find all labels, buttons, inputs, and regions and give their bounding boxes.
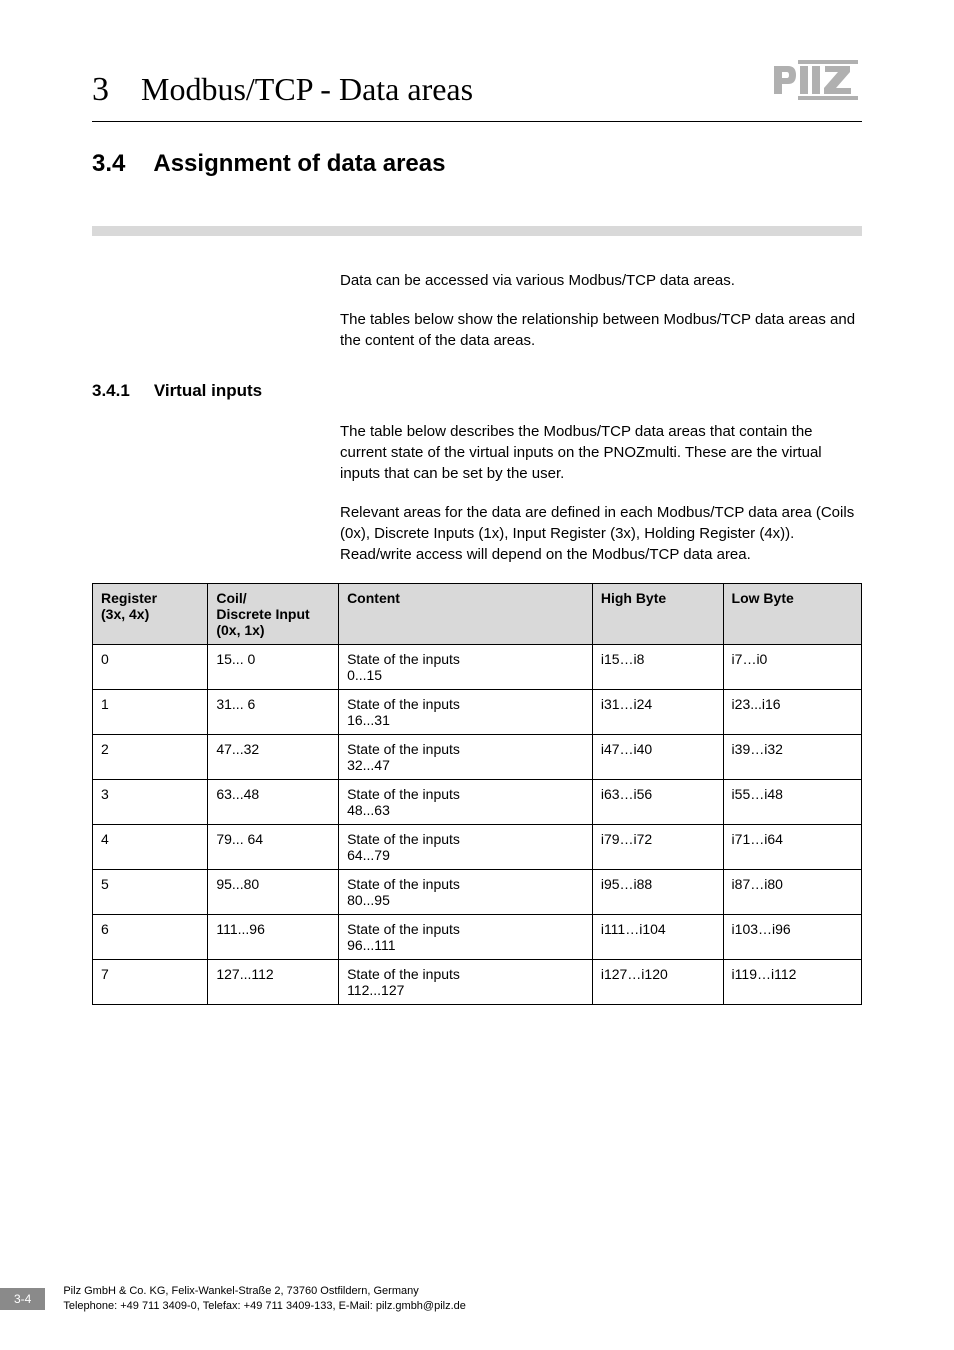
table-cell: 79... 64 <box>208 825 339 870</box>
table-cell: 31... 6 <box>208 690 339 735</box>
table-cell: 2 <box>93 735 208 780</box>
footer-line-1: Pilz GmbH & Co. KG, Felix-Wankel-Straße … <box>63 1284 466 1299</box>
table-row: 6111...96State of the inputs96...111i111… <box>93 915 862 960</box>
table-cell: 0 <box>93 645 208 690</box>
subsection-title: Virtual inputs <box>154 381 262 401</box>
table-cell: i95…i88 <box>592 870 723 915</box>
subsection-heading: 3.4.1 Virtual inputs <box>92 381 862 401</box>
table-row: 015... 0State of the inputs0...15i15…i8i… <box>93 645 862 690</box>
table-cell: 5 <box>93 870 208 915</box>
table-cell: 63...48 <box>208 780 339 825</box>
table-cell: i87…i80 <box>723 870 861 915</box>
table-cell: 1 <box>93 690 208 735</box>
table-cell: i103…i96 <box>723 915 861 960</box>
subsection-text: The table below describes the Modbus/TCP… <box>340 421 862 565</box>
chapter-number: 3 <box>92 71 109 109</box>
table-row: 595...80State of the inputs80...95i95…i8… <box>93 870 862 915</box>
chapter-header: 3 Modbus/TCP - Data areas <box>92 60 862 109</box>
table-cell: i39…i32 <box>723 735 861 780</box>
table-cell: State of the inputs80...95 <box>339 870 593 915</box>
intro-text: Data can be accessed via various Modbus/… <box>340 270 862 351</box>
table-cell: i71…i64 <box>723 825 861 870</box>
table-cell: State of the inputs112...127 <box>339 960 593 1005</box>
table-cell: 15... 0 <box>208 645 339 690</box>
table-cell: State of the inputs96...111 <box>339 915 593 960</box>
th-coil: Coil/Discrete Input(0x, 1x) <box>208 584 339 645</box>
table-cell: 47...32 <box>208 735 339 780</box>
table-cell: i79…i72 <box>592 825 723 870</box>
th-register: Register(3x, 4x) <box>93 584 208 645</box>
table-row: 247...32State of the inputs32...47i47…i4… <box>93 735 862 780</box>
table-cell: 3 <box>93 780 208 825</box>
chapter-title: Modbus/TCP - Data areas <box>141 71 473 108</box>
th-lowbyte: Low Byte <box>723 584 861 645</box>
table-cell: State of the inputs64...79 <box>339 825 593 870</box>
grey-bar <box>92 226 862 236</box>
table-cell: i63…i56 <box>592 780 723 825</box>
footer-line-2: Telephone: +49 711 3409-0, Telefax: +49 … <box>63 1299 466 1314</box>
table-cell: State of the inputs0...15 <box>339 645 593 690</box>
intro-paragraph-2: The tables below show the relationship b… <box>340 309 862 351</box>
table-cell: State of the inputs32...47 <box>339 735 593 780</box>
section-number: 3.4 <box>92 150 125 178</box>
table-header-row: Register(3x, 4x) Coil/Discrete Input(0x,… <box>93 584 862 645</box>
table-cell: 111...96 <box>208 915 339 960</box>
data-area-table: Register(3x, 4x) Coil/Discrete Input(0x,… <box>92 583 862 1005</box>
table-cell: 4 <box>93 825 208 870</box>
table-cell: i111…i104 <box>592 915 723 960</box>
table-cell: 95...80 <box>208 870 339 915</box>
th-highbyte: High Byte <box>592 584 723 645</box>
table-cell: i127…i120 <box>592 960 723 1005</box>
table-cell: 6 <box>93 915 208 960</box>
table-row: 363...48State of the inputs48...63i63…i5… <box>93 780 862 825</box>
table-cell: i31…i24 <box>592 690 723 735</box>
table-cell: i7…i0 <box>723 645 861 690</box>
table-row: 7127...112State of the inputs112...127i1… <box>93 960 862 1005</box>
table-cell: State of the inputs16...31 <box>339 690 593 735</box>
th-content: Content <box>339 584 593 645</box>
table-cell: i47…i40 <box>592 735 723 780</box>
subsection-number: 3.4.1 <box>92 381 130 401</box>
table-cell: 7 <box>93 960 208 1005</box>
table-cell: State of the inputs48...63 <box>339 780 593 825</box>
table-row: 479... 64State of the inputs64...79i79…i… <box>93 825 862 870</box>
table-row: 131... 6State of the inputs16...31i31…i2… <box>93 690 862 735</box>
subsection-paragraph-1: The table below describes the Modbus/TCP… <box>340 421 862 484</box>
subsection-paragraph-2: Relevant areas for the data are defined … <box>340 502 862 565</box>
intro-paragraph-1: Data can be accessed via various Modbus/… <box>340 270 862 291</box>
page-number-badge: 3-4 <box>0 1288 45 1310</box>
table-cell: i55…i48 <box>723 780 861 825</box>
table-cell: i119…i112 <box>723 960 861 1005</box>
section-title: Assignment of data areas <box>153 150 445 178</box>
table-cell: i15…i8 <box>592 645 723 690</box>
header-divider <box>92 121 862 122</box>
pilz-logo-icon <box>772 60 862 100</box>
table-cell: i23...i16 <box>723 690 861 735</box>
table-cell: 127...112 <box>208 960 339 1005</box>
section-heading: 3.4 Assignment of data areas <box>92 150 862 178</box>
page-footer: 3-4 Pilz GmbH & Co. KG, Felix-Wankel-Str… <box>0 1284 954 1314</box>
